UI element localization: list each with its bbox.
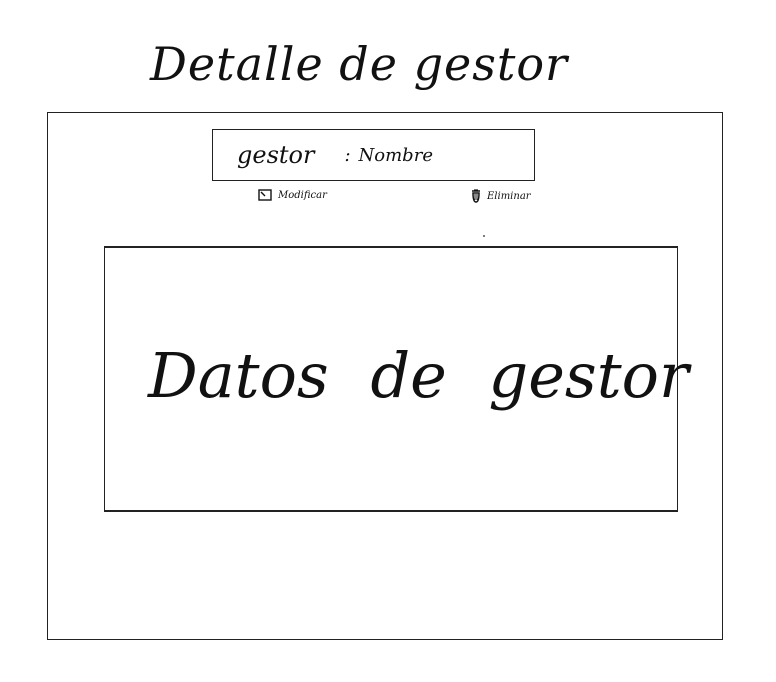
field-separator: : [344, 144, 351, 166]
gestor-data-text: Datos de gestor [148, 339, 689, 412]
stray-mark [483, 235, 485, 237]
gestor-label: gestor [237, 141, 315, 169]
trash-icon [471, 189, 487, 203]
modify-button-label: Modificar [278, 189, 327, 201]
gestor-name-value: Nombre [358, 144, 433, 166]
edit-icon [258, 189, 278, 201]
delete-button-label: Eliminar [487, 190, 531, 202]
modify-button[interactable]: Modificar [258, 189, 327, 201]
gestor-name-field: gestor : Nombre [212, 129, 535, 181]
delete-button[interactable]: Eliminar [471, 189, 531, 203]
page-title: Detalle de gestor [150, 37, 569, 91]
